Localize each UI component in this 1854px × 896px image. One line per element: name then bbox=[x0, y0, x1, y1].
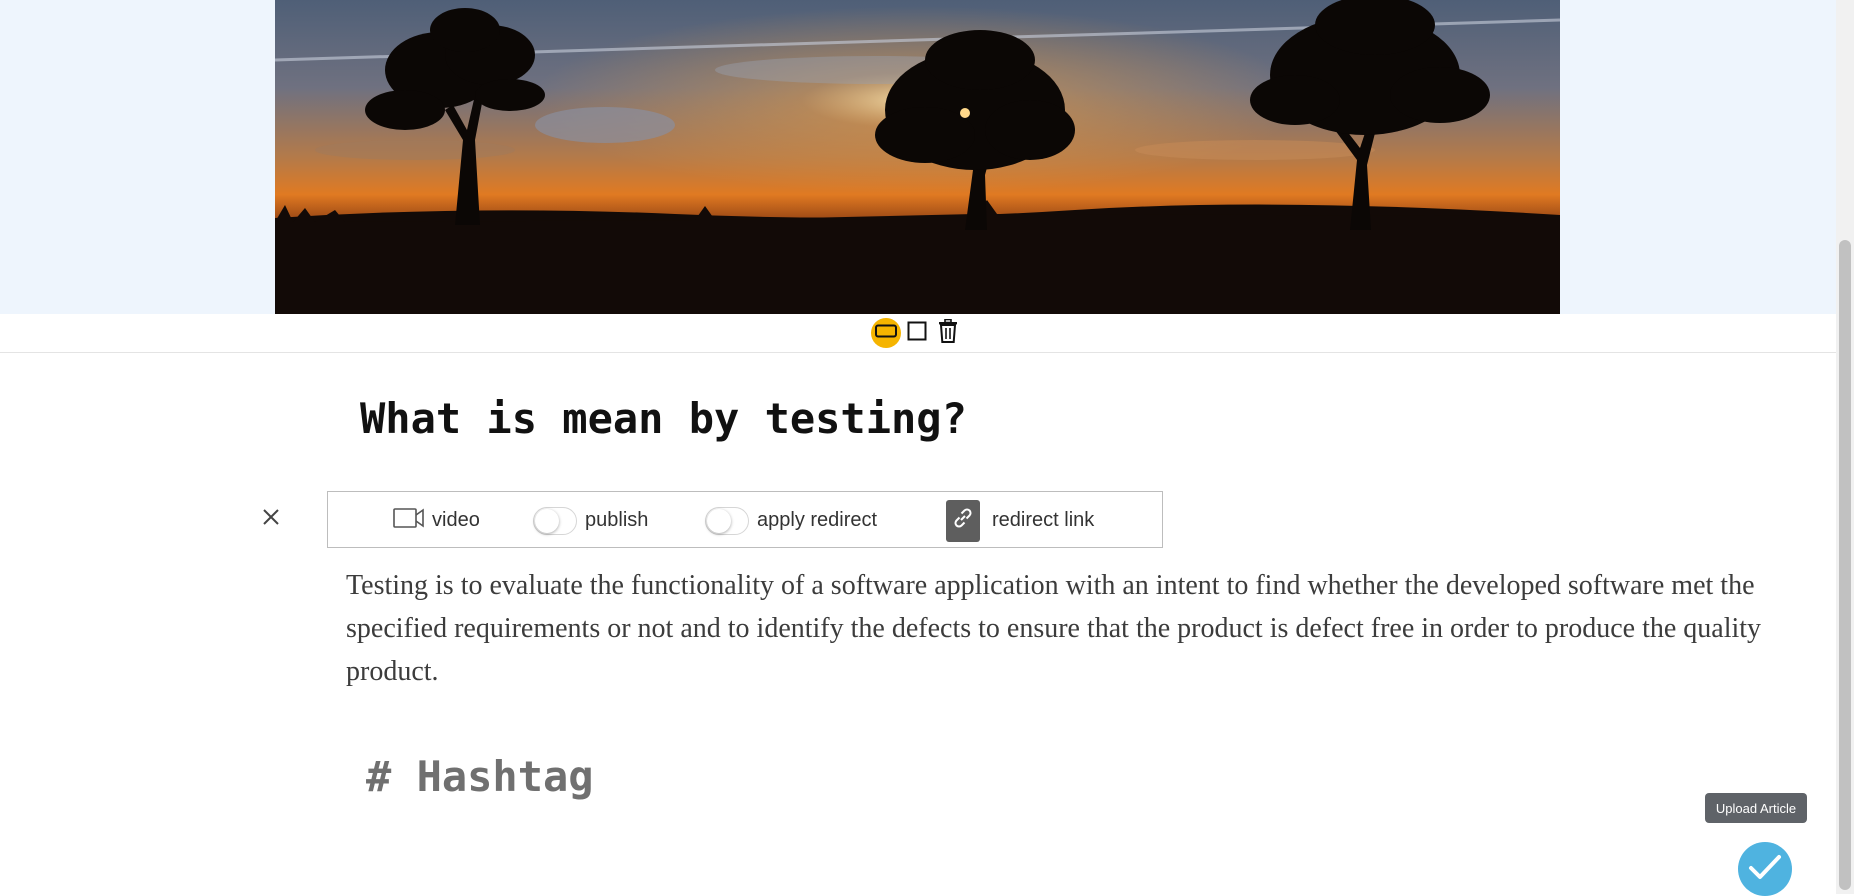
publish-toggle-knob bbox=[535, 508, 559, 533]
square-layout-icon bbox=[907, 321, 927, 346]
publish-control: publish bbox=[533, 492, 648, 549]
upload-article-tooltip: Upload Article bbox=[1705, 793, 1807, 823]
cover-image bbox=[275, 0, 1560, 314]
upload-article-button[interactable] bbox=[1738, 842, 1792, 896]
wide-layout-button[interactable] bbox=[871, 318, 901, 348]
delete-image-button[interactable] bbox=[933, 318, 963, 348]
article-body[interactable]: Testing is to evaluate the functionality… bbox=[346, 564, 1796, 693]
article-editor-page: What is mean by testing? video publish a… bbox=[0, 0, 1836, 896]
square-layout-button[interactable] bbox=[902, 318, 932, 348]
close-icon bbox=[262, 508, 280, 531]
apply-redirect-control: apply redirect bbox=[705, 492, 877, 549]
wide-layout-icon bbox=[875, 324, 897, 343]
apply-redirect-label: apply redirect bbox=[757, 509, 878, 531]
publish-toggle[interactable] bbox=[533, 506, 577, 535]
article-options-toolbar: video publish apply redirect redirect li… bbox=[327, 491, 1163, 548]
close-toolbar-button[interactable] bbox=[256, 504, 286, 534]
scrollbar-thumb[interactable] bbox=[1839, 240, 1851, 890]
redirect-link-button[interactable]: redirect link bbox=[946, 492, 1094, 549]
apply-redirect-toggle-knob bbox=[707, 508, 731, 533]
video-label: video bbox=[432, 509, 480, 531]
video-camera-icon bbox=[393, 507, 432, 535]
link-icon bbox=[951, 506, 975, 536]
hashtag-input[interactable]: # Hashtag bbox=[366, 752, 594, 801]
add-video-button[interactable]: video bbox=[393, 492, 480, 549]
trash-icon bbox=[938, 318, 958, 348]
publish-label: publish bbox=[585, 509, 649, 531]
vertical-scrollbar[interactable] bbox=[1836, 0, 1854, 894]
apply-redirect-toggle[interactable] bbox=[705, 506, 749, 535]
redirect-link-label: redirect link bbox=[992, 509, 1095, 531]
article-title[interactable]: What is mean by testing? bbox=[360, 394, 967, 443]
link-icon-box bbox=[946, 499, 980, 542]
image-tools-bar bbox=[0, 314, 1836, 353]
check-icon bbox=[1748, 853, 1782, 886]
